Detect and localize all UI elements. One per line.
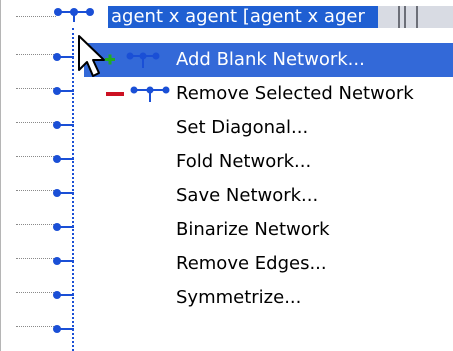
- network-node-icon: [53, 53, 74, 61]
- menu-item-remove-edges[interactable]: Remove Edges...: [84, 247, 453, 281]
- tree-connector: [16, 156, 56, 157]
- tree-connector: [16, 16, 56, 17]
- add-network-icon: [105, 52, 160, 68]
- column-header-strip: [378, 6, 453, 28]
- network-node-icon: [53, 257, 74, 265]
- tree-connector: [16, 292, 56, 293]
- tree-row[interactable]: [0, 208, 80, 242]
- menu-item-symmetrize[interactable]: Symmetrize...: [84, 281, 453, 315]
- tree-row-root[interactable]: [0, 0, 94, 34]
- remove-network-icon: [106, 86, 170, 102]
- menu-item-label: Remove Edges...: [176, 253, 327, 274]
- menu-item-label: Save Network...: [176, 185, 319, 206]
- tree-connector: [16, 54, 56, 55]
- mouse-pointer-icon: [78, 35, 105, 77]
- network-node-icon: [53, 121, 74, 129]
- tree-connector: [16, 224, 56, 225]
- menu-item-fold-network[interactable]: Fold Network...: [84, 145, 453, 179]
- menu-item-label: Binarize Network: [176, 219, 330, 240]
- tree-row[interactable]: [0, 174, 80, 208]
- network-node-icon: [53, 155, 74, 163]
- menu-item-label: Symmetrize...: [176, 287, 302, 308]
- tree-row[interactable]: [0, 276, 80, 310]
- network-node-icon: [53, 189, 74, 197]
- tree-row[interactable]: [0, 140, 80, 174]
- network-node-icon: [54, 8, 94, 22]
- tree-row[interactable]: [0, 106, 80, 140]
- menu-item-set-diagonal[interactable]: Set Diagonal...: [84, 111, 453, 145]
- network-node-icon: [53, 291, 74, 299]
- tree-row[interactable]: [0, 72, 80, 106]
- network-context-menu: Add Blank Network... Remove Selected Net…: [84, 42, 453, 351]
- menu-item-remove-selected-network[interactable]: Remove Selected Network: [84, 77, 453, 111]
- menu-item-label: Set Diagonal...: [176, 117, 309, 138]
- menu-item-label: Fold Network...: [176, 151, 312, 172]
- selected-network-text: agent x agent [agent x ager: [111, 6, 365, 27]
- tree-row[interactable]: [0, 310, 80, 344]
- menu-item-label: Remove Selected Network: [176, 83, 414, 104]
- network-node-icon: [53, 223, 74, 231]
- tree-connector: [16, 122, 56, 123]
- menu-item-add-blank-network[interactable]: Add Blank Network...: [84, 43, 453, 77]
- tree-connector: [16, 326, 56, 327]
- tree-connector: [16, 190, 56, 191]
- tree-row[interactable]: [0, 38, 80, 72]
- menu-item-label: Add Blank Network...: [176, 49, 365, 70]
- menu-item-binarize-network[interactable]: Binarize Network: [84, 213, 453, 247]
- tree-connector: [16, 258, 56, 259]
- tree-connector: [16, 88, 56, 89]
- menu-item-save-network[interactable]: Save Network...: [84, 179, 453, 213]
- network-node-icon: [53, 325, 74, 333]
- tree-row[interactable]: [0, 242, 80, 276]
- network-node-icon: [53, 87, 74, 95]
- selected-network-label[interactable]: agent x agent [agent x ager: [108, 6, 382, 28]
